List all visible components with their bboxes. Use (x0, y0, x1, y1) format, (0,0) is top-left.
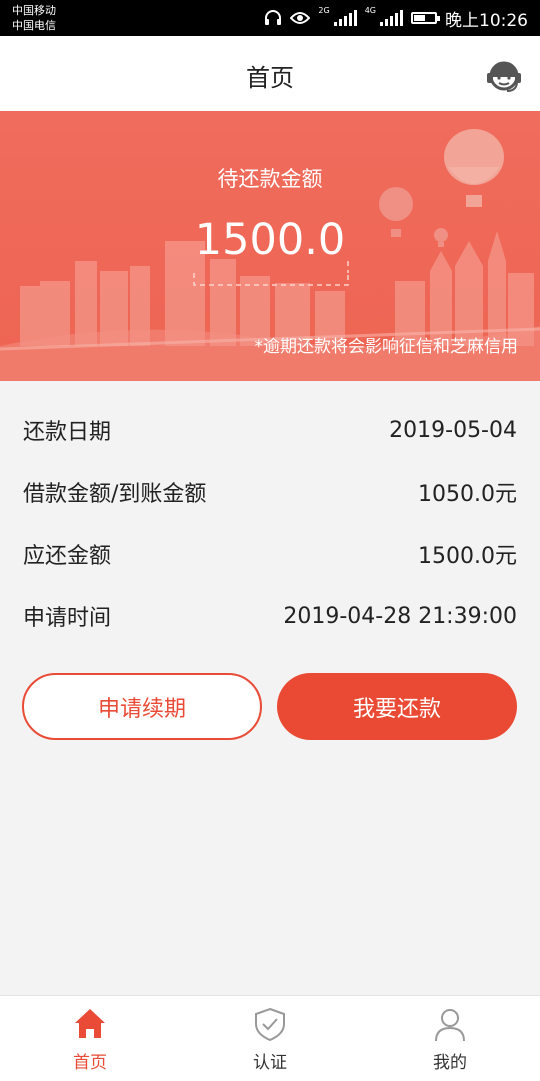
detail-row-repay-amount: 应还金额 1500.0元 (23, 534, 517, 574)
carrier-2: 中国电信 (12, 19, 56, 32)
tab-home[interactable]: 首页 (0, 996, 180, 1081)
carrier-1: 中国移动 (12, 4, 56, 17)
repayment-banner: 待还款金额 1500.0 *逾期还款将会影响征信和芝麻信用 (0, 111, 540, 381)
status-icons: 2G 4G 晚上10:26 (264, 0, 528, 36)
balloon-small-icon (434, 228, 448, 247)
user-icon (435, 1009, 465, 1042)
detail-row-due-date: 还款日期 2019-05-04 (23, 410, 517, 450)
repay-button[interactable]: 我要还款 (277, 673, 517, 740)
apply-renewal-button[interactable]: 申请续期 (22, 673, 262, 740)
tab-verification[interactable]: 认证 (180, 996, 360, 1081)
signal-2-icon (380, 10, 403, 26)
detail-label: 借款金额/到账金额 (23, 482, 207, 507)
eye-icon (290, 12, 311, 24)
loan-details: 还款日期 2019-05-04 借款金额/到账金额 1050.0元 应还金额 1… (0, 381, 540, 661)
signal-1-icon (333, 10, 357, 26)
amount-display: 1500.0 (190, 211, 350, 287)
customer-service-icon (487, 61, 521, 92)
headphones-icon (265, 10, 282, 25)
battery-icon (411, 12, 440, 24)
balloon-medium-icon (379, 187, 413, 237)
status-bar: 中国移动 中国电信 2G 4G 晚上10:26 (0, 0, 540, 36)
network-1-label: 2G (318, 6, 330, 15)
app-header: 首页 (0, 36, 540, 111)
network-2-label: 4G (364, 6, 376, 15)
carrier-info: 中国移动 中国电信 (12, 3, 56, 33)
bottom-navigation: 首页 认证 我的 (0, 995, 540, 1081)
customer-service-button[interactable] (484, 56, 524, 96)
detail-label: 申请时间 (23, 606, 112, 631)
detail-value: 2019-05-04 (389, 417, 517, 443)
banner-title: 待还款金额 (217, 167, 323, 191)
tab-verification-label: 认证 (253, 1053, 287, 1073)
detail-value: 1050.0元 (418, 482, 517, 507)
detail-row-loan-amount: 借款金额/到账金额 1050.0元 (23, 472, 517, 512)
page-title: 首页 (246, 64, 294, 92)
tab-profile-label: 我的 (433, 1053, 467, 1073)
shield-check-icon (255, 1007, 285, 1042)
detail-value: 1500.0元 (418, 544, 517, 569)
tab-home-label: 首页 (73, 1053, 107, 1073)
detail-row-apply-time: 申请时间 2019-04-28 21:39:00 (23, 596, 517, 636)
detail-label: 还款日期 (23, 420, 112, 445)
amount-value: 1500.0 (194, 215, 346, 265)
home-icon (75, 1009, 105, 1038)
overdue-warning: *逾期还款将会影响征信和芝麻信用 (254, 337, 519, 357)
clock: 晚上10:26 (445, 10, 528, 31)
detail-value: 2019-04-28 21:39:00 (283, 603, 517, 629)
detail-label: 应还金额 (23, 544, 112, 569)
tab-profile[interactable]: 我的 (360, 996, 540, 1081)
